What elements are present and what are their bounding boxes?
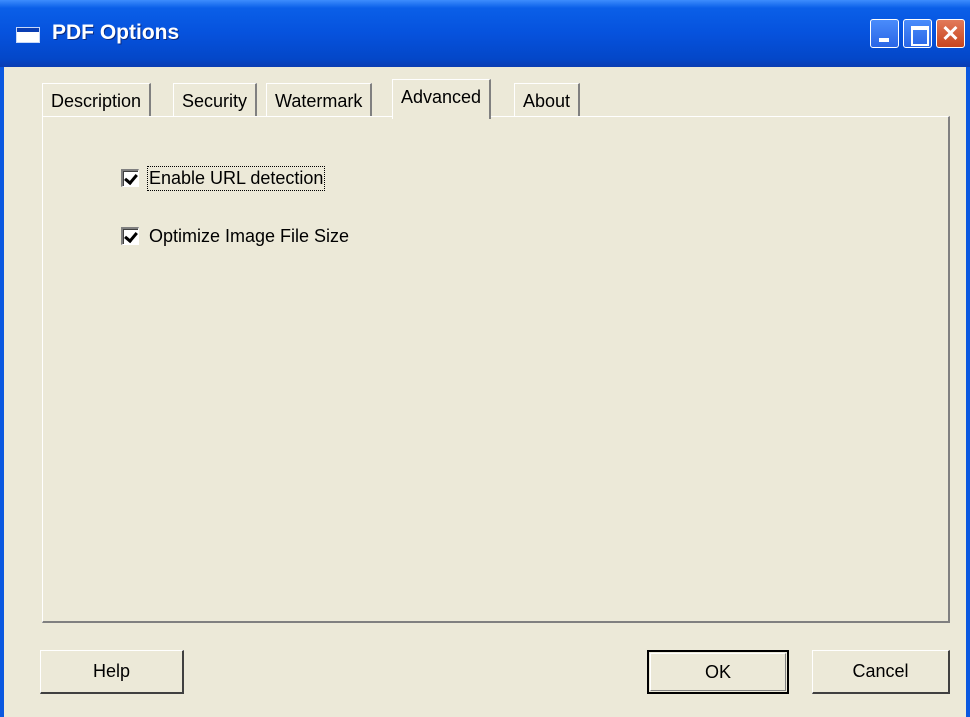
- tab-watermark[interactable]: Watermark: [266, 83, 373, 117]
- enable-url-detection-checkbox[interactable]: [121, 169, 139, 187]
- optimize-image-file-size-checkbox[interactable]: [121, 227, 139, 245]
- maximize-button[interactable]: [903, 19, 932, 48]
- tab-advanced[interactable]: Advanced: [392, 79, 492, 119]
- ok-button[interactable]: OK: [647, 650, 789, 694]
- close-icon: ✕: [941, 21, 960, 46]
- minimize-button[interactable]: [870, 19, 899, 48]
- cancel-button[interactable]: Cancel: [812, 650, 950, 694]
- tab-security[interactable]: Security: [173, 83, 258, 117]
- ok-button-label: OK: [704, 662, 731, 682]
- optimize-image-file-size-option[interactable]: Optimize Image File Size: [121, 224, 349, 248]
- tab-about[interactable]: About: [514, 83, 581, 117]
- window-title: PDF Options: [52, 21, 180, 44]
- title-bar[interactable]: PDF Options ✕: [0, 0, 970, 67]
- optimize-image-file-size-label[interactable]: Optimize Image File Size: [149, 226, 349, 247]
- enable-url-detection-option[interactable]: Enable URL detection: [121, 165, 326, 191]
- enable-url-detection-label[interactable]: Enable URL detection: [146, 165, 326, 191]
- pdf-options-dialog: PDF Options ✕ Description Security Water…: [0, 0, 970, 717]
- close-button[interactable]: ✕: [936, 19, 965, 48]
- window-icon: [16, 27, 40, 43]
- tab-panel-advanced: Enable URL detection Optimize Image File…: [42, 116, 950, 623]
- tab-description[interactable]: Description: [42, 83, 152, 117]
- help-button[interactable]: Help: [40, 650, 184, 694]
